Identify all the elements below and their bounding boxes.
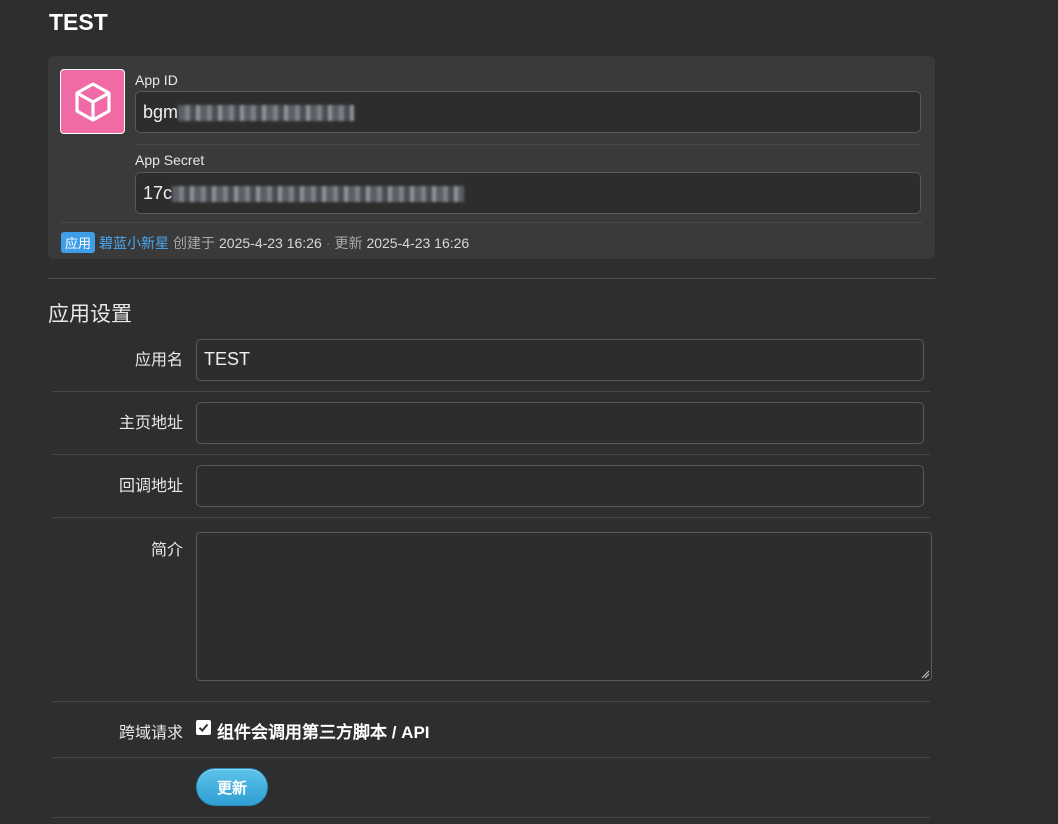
- row-divider: [52, 454, 930, 455]
- app-id-value: bgm: [143, 102, 179, 122]
- created-at: 2025-4-23 16:26: [219, 234, 322, 251]
- section-divider: [48, 278, 935, 279]
- callback-label: 回调地址: [118, 478, 183, 495]
- update-button[interactable]: 更新: [196, 768, 268, 806]
- resize-grip-icon[interactable]: [920, 669, 930, 679]
- settings-title: 应用设置: [48, 303, 132, 326]
- app-meta-line: 应用 碧蓝小新星 创建于 2025-4-23 16:26 · 更新 2025-4…: [61, 232, 469, 253]
- app-id-label: App ID: [135, 72, 178, 88]
- app-secret-value: 17c: [143, 183, 173, 203]
- redacted-mask: [178, 105, 355, 122]
- row-divider: [52, 817, 930, 818]
- app-secret-field[interactable]: 17c: [135, 172, 921, 214]
- checkmark-icon: [198, 723, 209, 732]
- app-secret-label: App Secret: [135, 152, 205, 168]
- page-title: TEST: [49, 9, 108, 35]
- cors-checkbox[interactable]: [196, 720, 211, 735]
- intro-textarea[interactable]: [196, 532, 932, 681]
- row-divider: [52, 391, 930, 392]
- row-divider: [52, 517, 930, 518]
- author-link[interactable]: 碧蓝小新星: [99, 233, 169, 253]
- cors-label: 跨域请求: [118, 725, 183, 742]
- credentials-divider: [135, 144, 921, 145]
- meta-separator: ·: [325, 234, 331, 251]
- row-divider: [52, 701, 930, 702]
- cors-checkbox-label[interactable]: 组件会调用第三方脚本 / API: [217, 718, 430, 743]
- app-type-badge: 应用: [61, 232, 96, 253]
- updated-label: 更新: [334, 234, 363, 251]
- credentials-divider-bottom: [60, 222, 923, 223]
- credentials-card: App ID bgm App Secret 17c 应用 碧蓝小新星 创建于 2…: [48, 56, 935, 259]
- updated-at: 2025-4-23 16:26: [366, 234, 470, 251]
- redacted-mask: [172, 186, 465, 203]
- callback-input[interactable]: [196, 465, 924, 507]
- homepage-input[interactable]: [196, 402, 924, 444]
- cube-icon: [74, 81, 111, 122]
- app-id-field[interactable]: bgm: [135, 91, 921, 133]
- row-divider: [52, 757, 930, 758]
- intro-label: 简介: [150, 542, 183, 559]
- app-name-label: 应用名: [134, 352, 183, 369]
- app-name-input[interactable]: TEST: [196, 339, 924, 381]
- app-icon: [60, 69, 125, 134]
- homepage-label: 主页地址: [118, 415, 183, 432]
- created-label: 创建于: [173, 234, 216, 251]
